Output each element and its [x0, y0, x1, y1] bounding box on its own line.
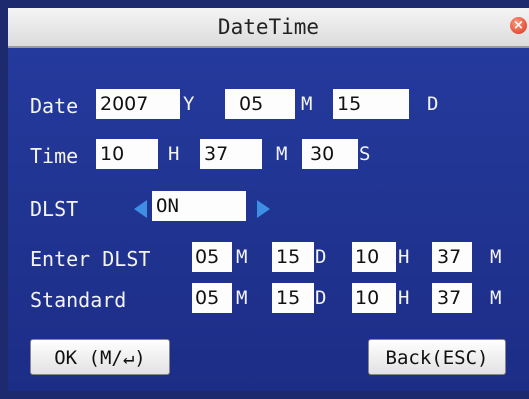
- standard-day-field[interactable]: 15: [272, 283, 314, 313]
- standard-month-unit: M: [236, 287, 248, 309]
- close-icon[interactable]: ×: [510, 17, 527, 34]
- standard-minute-field[interactable]: 37: [432, 283, 472, 313]
- enter-dlst-minute-unit: M: [490, 246, 502, 268]
- minute-unit: M: [276, 143, 288, 165]
- standard-hour-unit: H: [398, 287, 410, 309]
- dlst-prev-arrow-icon[interactable]: [134, 200, 147, 218]
- enter-dlst-day-unit: D: [315, 246, 327, 268]
- datetime-window: DateTime × Date 2007 Y 05 M 15 D Time 10…: [0, 0, 529, 399]
- enter-dlst-month-unit: M: [236, 246, 248, 268]
- hour-field[interactable]: 10: [96, 139, 158, 169]
- enter-dlst-month-field[interactable]: 05: [192, 242, 232, 272]
- standard-minute-unit: M: [490, 287, 502, 309]
- window-title: DateTime: [217, 15, 320, 39]
- enter-dlst-day-field[interactable]: 15: [272, 242, 314, 272]
- dlst-label: DLST: [30, 197, 79, 221]
- back-button[interactable]: Back(ESC): [368, 339, 506, 375]
- standard-hour-field[interactable]: 10: [352, 283, 396, 313]
- day-field[interactable]: 15: [333, 89, 409, 119]
- title-bar: DateTime ×: [8, 8, 529, 48]
- year-unit: Y: [183, 93, 195, 115]
- enter-dlst-hour-field[interactable]: 10: [352, 242, 396, 272]
- second-unit: S: [359, 143, 371, 165]
- second-field[interactable]: 30: [302, 139, 358, 169]
- month-unit: M: [301, 93, 313, 115]
- month-field[interactable]: 05: [225, 89, 295, 119]
- day-unit: D: [427, 93, 439, 115]
- standard-day-unit: D: [315, 287, 327, 309]
- standard-label: Standard: [30, 288, 127, 312]
- enter-dlst-label: Enter DLST: [30, 247, 151, 271]
- time-label: Time: [30, 144, 79, 168]
- enter-dlst-hour-unit: H: [398, 246, 410, 268]
- dlst-select[interactable]: ON: [152, 191, 246, 221]
- dlst-next-arrow-icon[interactable]: [257, 200, 270, 218]
- enter-dlst-minute-field[interactable]: 37: [432, 242, 472, 272]
- hour-unit: H: [168, 143, 180, 165]
- standard-month-field[interactable]: 05: [192, 283, 232, 313]
- ok-button[interactable]: OK (M/↵): [30, 339, 170, 375]
- settings-panel: Date 2007 Y 05 M 15 D Time 10 H 37 M 30 …: [8, 48, 529, 391]
- year-field[interactable]: 2007: [96, 89, 180, 119]
- date-label: Date: [30, 94, 79, 118]
- minute-field[interactable]: 37: [200, 139, 262, 169]
